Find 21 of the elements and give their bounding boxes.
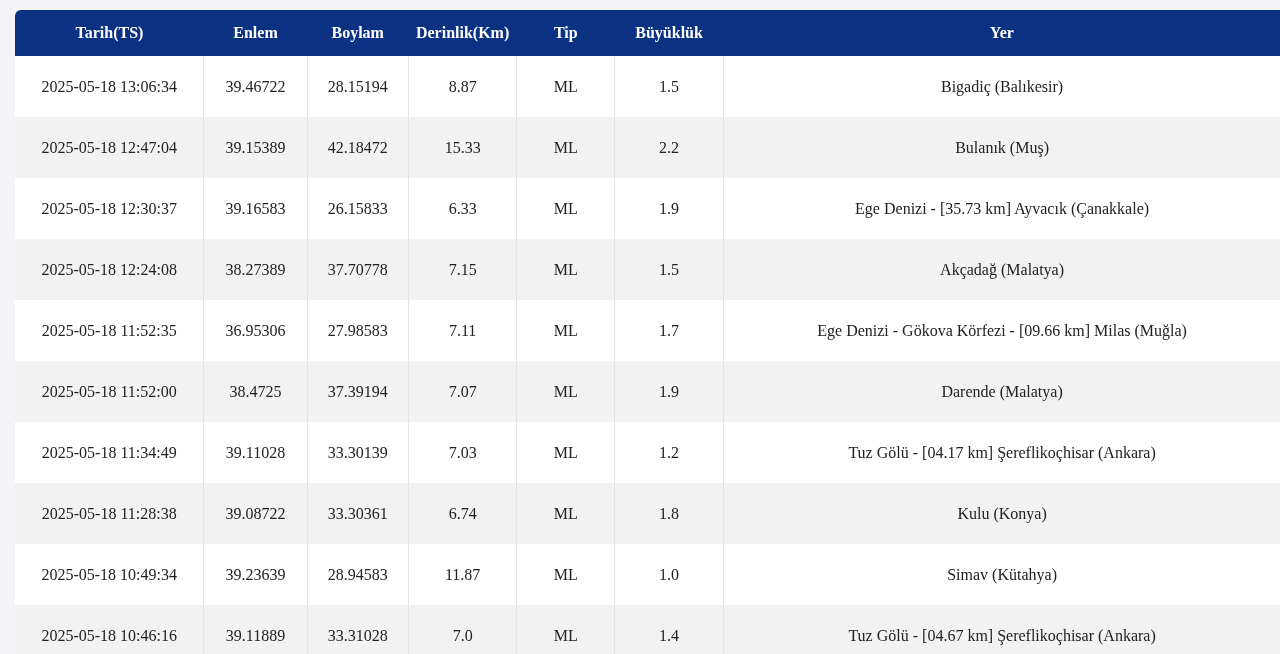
table-cell: Ege Denizi - [35.73 km] Ayvacık (Çanakkale) [723,178,1280,239]
column-header: Büyüklük [614,10,724,56]
column-header: Yer [723,10,1280,56]
table-cell: 39.11889 [203,605,308,654]
column-header: Derinlik(Km) [408,10,517,56]
table-cell: ML [516,605,615,654]
table-cell: Kulu (Konya) [723,483,1280,544]
table-cell: Tuz Gölü - [04.67 km] Şereflikoçhisar (Ankara) [723,605,1280,654]
column-header: Tarih(TS) [15,10,204,56]
table-cell: Tuz Gölü - [04.17 km] Şereflikoçhisar (Ankara) [723,422,1280,483]
table-cell: Simav (Kütahya) [723,544,1280,605]
table-cell: 1.4 [614,605,724,654]
table-cell: 2025-05-18 10:46:16 [15,605,204,654]
table-cell: Darende (Malatya) [723,361,1280,422]
table-cell: 33.31028 [307,605,409,654]
column-header: Tip [516,10,615,56]
table-cell: Bigadiç (Balıkesir) [723,56,1280,117]
column-header: Enlem [203,10,308,56]
table-cell: Ege Denizi - Gökova Körfezi - [09.66 km] Milas (Muğla) [723,300,1280,361]
column-header: Boylam [307,10,409,56]
table-cell: 7.0 [408,605,517,654]
